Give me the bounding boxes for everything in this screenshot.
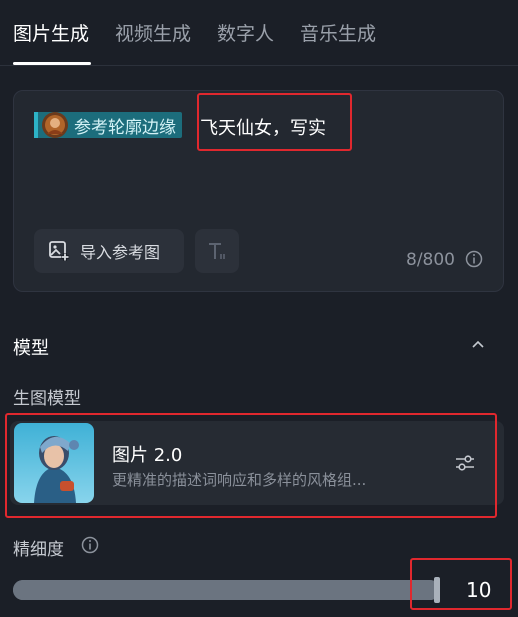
model-section-title: 模型 bbox=[13, 338, 49, 359]
precision-slider-handle[interactable] bbox=[434, 577, 440, 603]
image-model-subtitle: 生图模型 bbox=[13, 389, 81, 409]
model-card[interactable]: 图片 2.0 更精准的描述词响应和多样的风格组... bbox=[10, 421, 504, 505]
reference-chip-bar bbox=[34, 112, 38, 138]
model-thumbnail bbox=[14, 423, 94, 503]
sliders-icon[interactable] bbox=[454, 452, 476, 474]
precision-slider-fill bbox=[13, 580, 440, 600]
precision-label: 精细度 bbox=[13, 540, 64, 560]
tab-digital-human[interactable]: 数字人 bbox=[217, 19, 274, 46]
model-description: 更精准的描述词响应和多样的风格组... bbox=[112, 471, 367, 489]
precision-value: 10 bbox=[466, 578, 492, 602]
info-icon[interactable] bbox=[81, 536, 99, 554]
tab-bar: 图片生成 视频生成 数字人 音乐生成 bbox=[0, 0, 518, 66]
image-add-icon bbox=[49, 241, 69, 261]
text-format-icon bbox=[209, 243, 225, 259]
chevron-up-icon[interactable] bbox=[470, 336, 486, 352]
prompt-input-box[interactable]: 参考轮廓边缘 飞天仙女，写实 导入参考图 8/800 bbox=[13, 90, 504, 292]
reference-chip[interactable]: 参考轮廓边缘 bbox=[34, 112, 182, 138]
char-counter: 8/800 bbox=[406, 250, 455, 270]
prompt-text[interactable]: 飞天仙女，写实 bbox=[200, 114, 326, 140]
reference-chip-label: 参考轮廓边缘 bbox=[74, 117, 176, 138]
info-icon[interactable] bbox=[465, 250, 483, 268]
text-format-button[interactable] bbox=[195, 229, 239, 273]
precision-slider-track[interactable] bbox=[13, 580, 440, 600]
import-reference-button[interactable]: 导入参考图 bbox=[34, 229, 184, 273]
import-reference-label: 导入参考图 bbox=[80, 243, 161, 262]
reference-thumbnail bbox=[42, 112, 68, 138]
tab-video-generation[interactable]: 视频生成 bbox=[115, 19, 191, 46]
active-tab-indicator bbox=[13, 62, 91, 65]
tab-music-generation[interactable]: 音乐生成 bbox=[300, 19, 376, 46]
model-name: 图片 2.0 bbox=[112, 445, 183, 466]
tab-image-generation[interactable]: 图片生成 bbox=[13, 19, 89, 46]
